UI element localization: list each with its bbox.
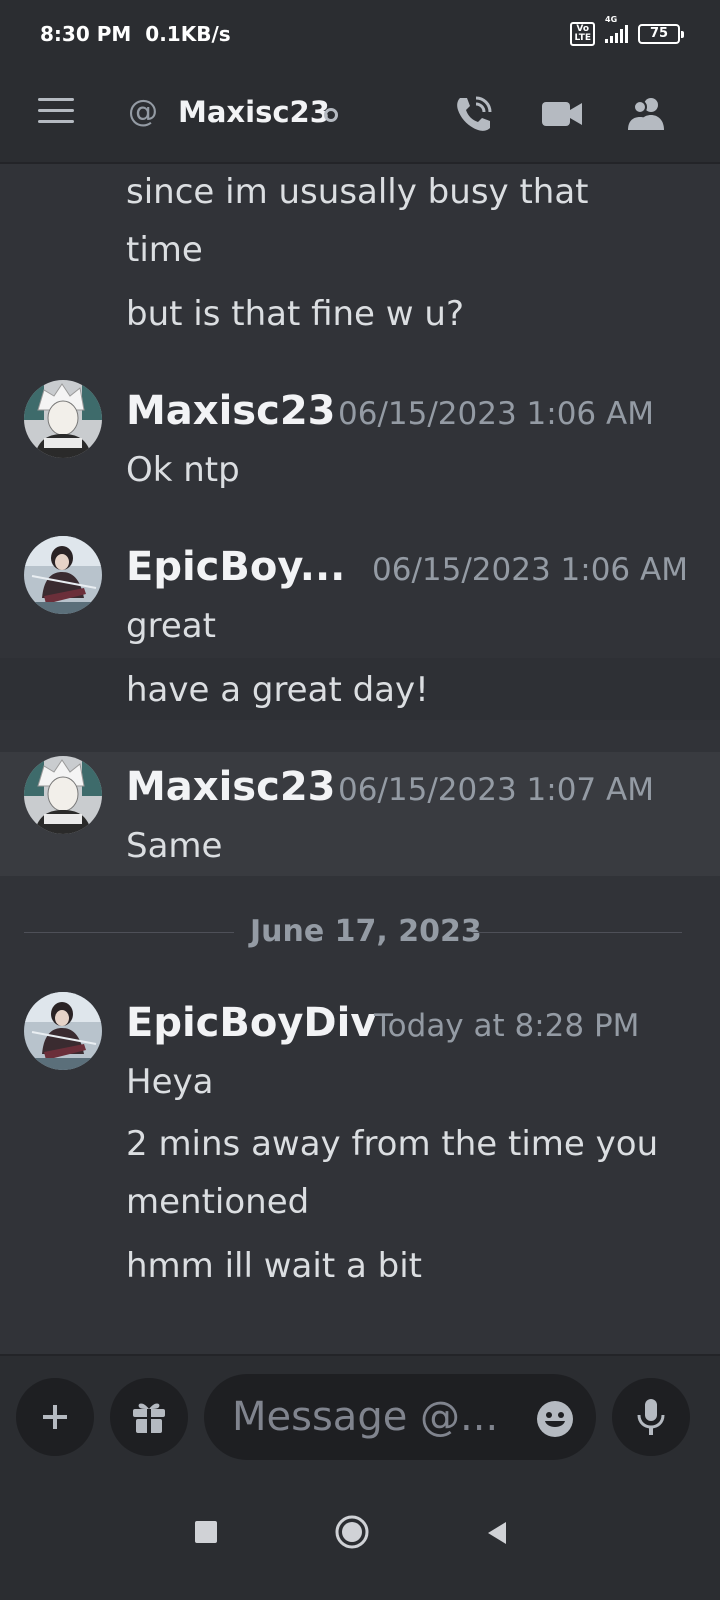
message-text: 2 mins away from the time you [126, 1124, 659, 1164]
system-navbar [0, 1480, 720, 1600]
message-input-placeholder: Message @... [232, 1394, 499, 1440]
status-speed: 0.1KB/s [145, 22, 231, 46]
date-divider: June 17, 2023 [250, 914, 482, 949]
message-timestamp: Today at 8:28 PM [374, 1008, 640, 1044]
call-icon[interactable] [452, 92, 496, 136]
divider-line [472, 932, 682, 933]
avatar[interactable] [24, 536, 102, 614]
message-text: Heya [126, 1062, 214, 1102]
message-timestamp: 06/15/2023 1:07 AM [338, 772, 654, 808]
message-text: hmm ill wait a bit [126, 1246, 422, 1286]
channel-header: @ Maxisc23 [0, 68, 720, 164]
avatar[interactable] [24, 756, 102, 834]
status-time: 8:30 PM [40, 22, 132, 46]
status-bar: 8:30 PM 0.1KB/s Vo LTE 4G 75 [0, 0, 720, 68]
message-author[interactable]: EpicBoyDiv [126, 1000, 376, 1046]
message-list[interactable]: since im ususally busy that time but is … [0, 166, 720, 1354]
home-icon[interactable] [334, 1514, 370, 1550]
battery-icon: 75 [638, 24, 684, 44]
message-text: great [126, 606, 216, 646]
network-type: 4G [605, 15, 618, 24]
message-timestamp: 06/15/2023 1:06 AM [372, 552, 688, 588]
message-author[interactable]: EpicBoy... [126, 544, 345, 590]
avatar[interactable] [24, 380, 102, 458]
at-icon: @ [128, 94, 158, 129]
message-author[interactable]: Maxisc23 [126, 388, 336, 434]
microphone-icon [637, 1399, 665, 1435]
gift-icon [133, 1403, 165, 1433]
message-text: since im ususally busy that [126, 172, 589, 212]
message-text: but is that fine w u? [126, 294, 464, 334]
message-highlight [0, 752, 720, 876]
divider-line [24, 932, 234, 933]
hamburger-icon[interactable] [38, 98, 74, 124]
video-icon[interactable] [540, 92, 584, 136]
message-text: mentioned [126, 1182, 310, 1222]
message-text: time [126, 230, 203, 270]
emoji-icon[interactable] [536, 1400, 574, 1438]
channel-name[interactable]: Maxisc23 [178, 95, 330, 129]
gift-button[interactable] [110, 1378, 188, 1456]
message-timestamp: 06/15/2023 1:06 AM [338, 396, 654, 432]
offline-status-icon [324, 108, 338, 122]
message-text: Ok ntp [126, 450, 240, 490]
members-icon[interactable] [624, 92, 668, 136]
attach-button[interactable] [16, 1378, 94, 1456]
message-text: Same [126, 826, 223, 866]
plus-icon [43, 1405, 67, 1429]
message-author[interactable]: Maxisc23 [126, 764, 336, 810]
volte-icon: Vo LTE [570, 22, 595, 46]
avatar[interactable] [24, 992, 102, 1070]
recents-icon[interactable] [194, 1520, 218, 1544]
back-icon[interactable] [484, 1520, 510, 1546]
voice-button[interactable] [612, 1378, 690, 1456]
signal-icon: 4G [605, 15, 628, 43]
message-text: have a great day! [126, 670, 429, 710]
